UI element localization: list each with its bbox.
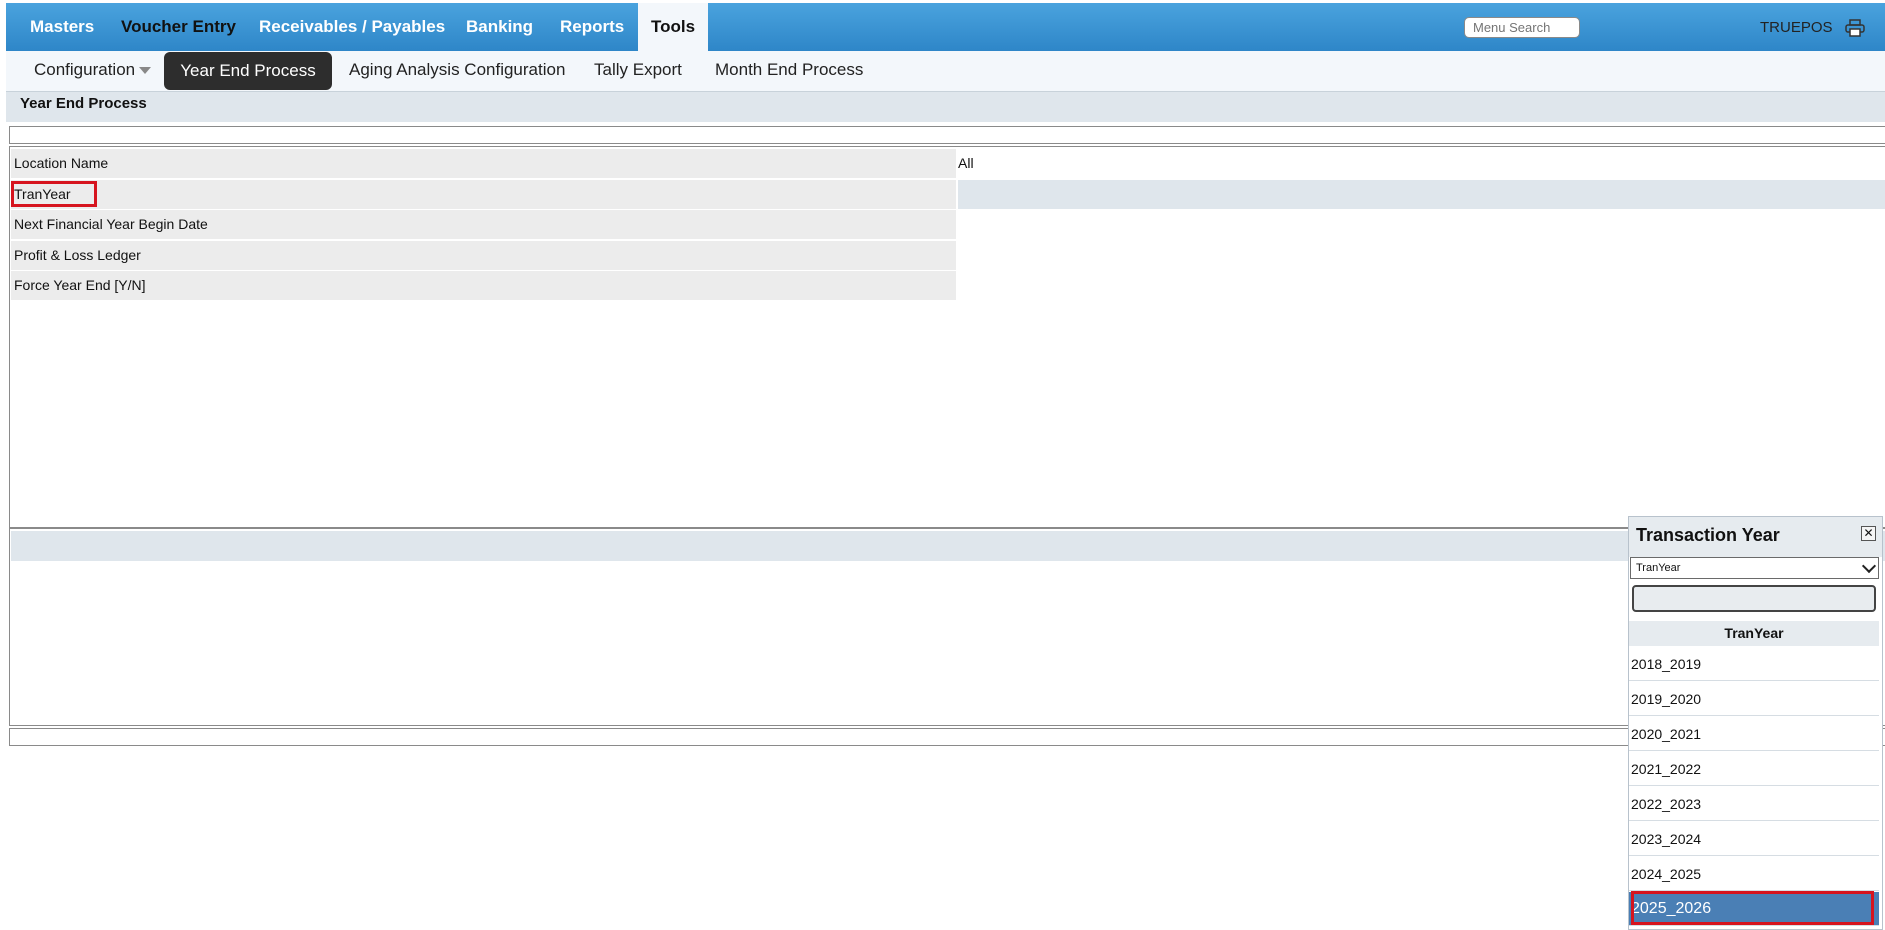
toolbar-strip: [9, 126, 1885, 144]
results-header: [11, 531, 1885, 561]
field-label-profit-loss-ledger: Profit & Loss Ledger: [11, 241, 956, 270]
subnav-aging-analysis-configuration[interactable]: Aging Analysis Configuration: [349, 51, 565, 89]
selection-highlight-box: [1631, 891, 1874, 925]
field-label-location-name: Location Name: [11, 149, 956, 178]
popup-title: Transaction Year: [1636, 525, 1780, 545]
list-item[interactable]: 2022_2023: [1629, 787, 1879, 821]
top-navigation: Masters Voucher Entry Receivables / Paya…: [6, 3, 1885, 51]
page-title: Year End Process: [20, 95, 147, 112]
field-value-location-name[interactable]: All: [958, 149, 974, 178]
list-item[interactable]: 2020_2021: [1629, 717, 1879, 751]
menu-search-input[interactable]: [1464, 17, 1580, 38]
popup-column-select[interactable]: TranYear: [1630, 557, 1879, 579]
subnav-configuration-label: Configuration: [34, 60, 136, 79]
list-item[interactable]: 2019_2020: [1629, 682, 1879, 716]
subnav-configuration[interactable]: Configuration: [34, 51, 152, 89]
field-label-next-financial-year-begin-date: Next Financial Year Begin Date: [11, 210, 956, 239]
subnav-month-end-process[interactable]: Month End Process: [715, 51, 863, 89]
field-value-tranyear[interactable]: [958, 180, 1885, 209]
popup-title-bar: Transaction Year ✕: [1629, 517, 1882, 557]
tab-banking[interactable]: Banking: [466, 3, 533, 51]
field-label-force-year-end: Force Year End [Y/N]: [11, 271, 956, 300]
chevron-down-icon: [1861, 558, 1877, 574]
field-label-tranyear: TranYear: [11, 180, 956, 209]
panel-header: Year End Process: [6, 91, 1885, 122]
tab-masters[interactable]: Masters: [30, 3, 94, 51]
tab-voucher-entry[interactable]: Voucher Entry: [121, 3, 236, 51]
tranyear-highlight-box: [11, 181, 97, 207]
tab-reports[interactable]: Reports: [560, 3, 624, 51]
chevron-down-icon: [139, 67, 152, 75]
subnav-year-end-process[interactable]: Year End Process: [164, 52, 332, 90]
list-item[interactable]: 2021_2022: [1629, 752, 1879, 786]
sub-navigation: Configuration Year End Process Aging Ana…: [6, 51, 1885, 91]
footer-strip: [9, 728, 1885, 746]
transaction-year-popup: Transaction Year ✕ TranYear TranYear 201…: [1628, 516, 1883, 930]
tab-receivables-payables[interactable]: Receivables / Payables: [259, 3, 445, 51]
popup-column-header: TranYear: [1629, 621, 1879, 646]
popup-search-input[interactable]: [1632, 585, 1876, 612]
subnav-tally-export[interactable]: Tally Export: [594, 51, 682, 89]
close-icon[interactable]: ✕: [1861, 526, 1876, 541]
list-item[interactable]: 2018_2019: [1629, 647, 1879, 681]
list-item[interactable]: 2023_2024: [1629, 822, 1879, 856]
popup-select-value: TranYear: [1636, 562, 1681, 574]
user-name: TRUEPOS: [1760, 19, 1833, 36]
printer-icon[interactable]: [1845, 19, 1865, 37]
list-item[interactable]: 2024_2025: [1629, 857, 1879, 891]
tab-tools[interactable]: Tools: [638, 3, 708, 51]
